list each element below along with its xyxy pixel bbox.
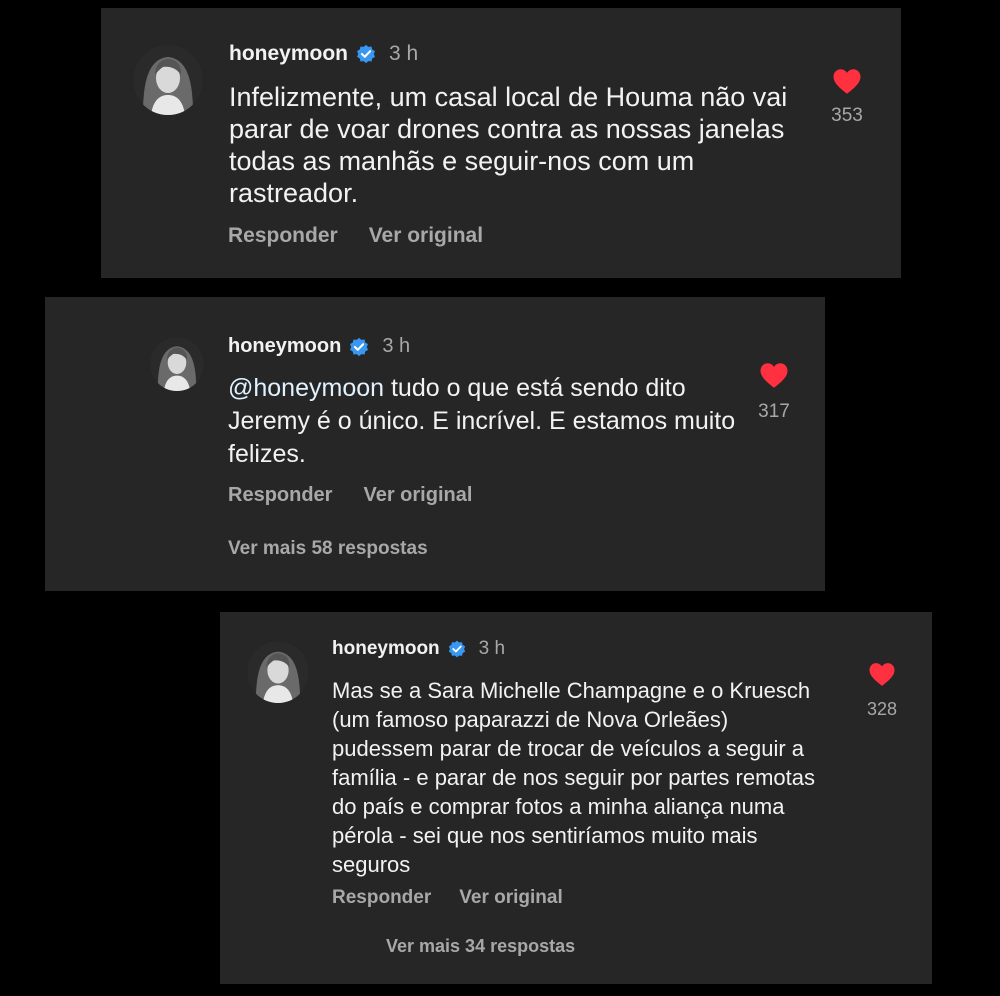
profile-photo-icon bbox=[133, 45, 203, 115]
username[interactable]: honeymoon bbox=[332, 638, 440, 660]
see-original-button[interactable]: Ver original bbox=[369, 224, 483, 248]
like-count: 328 bbox=[866, 699, 898, 719]
verified-badge-icon bbox=[348, 336, 370, 358]
see-original-button[interactable]: Ver original bbox=[459, 887, 562, 909]
like-block: 353 bbox=[819, 68, 875, 127]
heart-icon[interactable] bbox=[759, 362, 789, 389]
username[interactable]: honeymoon bbox=[228, 335, 341, 358]
heart-icon[interactable] bbox=[868, 662, 896, 687]
like-block: 328 bbox=[856, 662, 908, 720]
reply-button[interactable]: Responder bbox=[332, 887, 431, 909]
reply-button[interactable]: Responder bbox=[228, 484, 332, 507]
comment-card: honeymoon 3 h Infelizmente, um casal loc… bbox=[101, 8, 901, 278]
reply-button[interactable]: Responder bbox=[228, 224, 338, 248]
comment-header: honeymoon 3 h bbox=[332, 638, 505, 660]
comment-card: honeymoon 3 h @honeymoon tudo o que está… bbox=[45, 297, 825, 591]
timestamp: 3 h bbox=[389, 42, 419, 65]
timestamp: 3 h bbox=[382, 335, 411, 357]
profile-photo-icon bbox=[247, 641, 309, 703]
timestamp: 3 h bbox=[478, 638, 506, 659]
comment-header: honeymoon 3 h bbox=[228, 335, 410, 358]
view-more-replies-button[interactable]: Ver mais 58 respostas bbox=[228, 538, 428, 560]
avatar[interactable] bbox=[150, 337, 204, 391]
comment-actions: Responder Ver original bbox=[228, 484, 472, 507]
verified-badge-icon bbox=[355, 43, 377, 65]
comment-text: Mas se a Sara Michelle Champagne e o Kru… bbox=[332, 678, 816, 877]
comment-actions: Responder Ver original bbox=[228, 224, 483, 248]
comment-actions: Responder Ver original bbox=[332, 887, 563, 909]
see-original-button[interactable]: Ver original bbox=[363, 484, 472, 507]
profile-photo-icon bbox=[150, 337, 204, 391]
mention-link[interactable]: @honeymoon bbox=[228, 374, 384, 402]
comment-card: honeymoon 3 h Mas se a Sara Michelle Cha… bbox=[220, 612, 932, 984]
heart-icon[interactable] bbox=[832, 68, 862, 95]
avatar[interactable] bbox=[247, 641, 309, 703]
like-block: 317 bbox=[747, 362, 801, 423]
username[interactable]: honeymoon bbox=[229, 42, 348, 66]
like-count: 353 bbox=[831, 105, 863, 126]
verified-badge-icon bbox=[447, 639, 467, 659]
avatar[interactable] bbox=[133, 45, 203, 115]
view-more-replies-button[interactable]: Ver mais 34 respostas bbox=[386, 936, 575, 957]
comment-header: honeymoon 3 h bbox=[229, 42, 418, 66]
comment-text: @honeymoon tudo o que está sendo dito Je… bbox=[228, 372, 748, 471]
comment-text: Infelizmente, um casal local de Houma nã… bbox=[229, 82, 788, 208]
like-count: 317 bbox=[758, 401, 790, 422]
